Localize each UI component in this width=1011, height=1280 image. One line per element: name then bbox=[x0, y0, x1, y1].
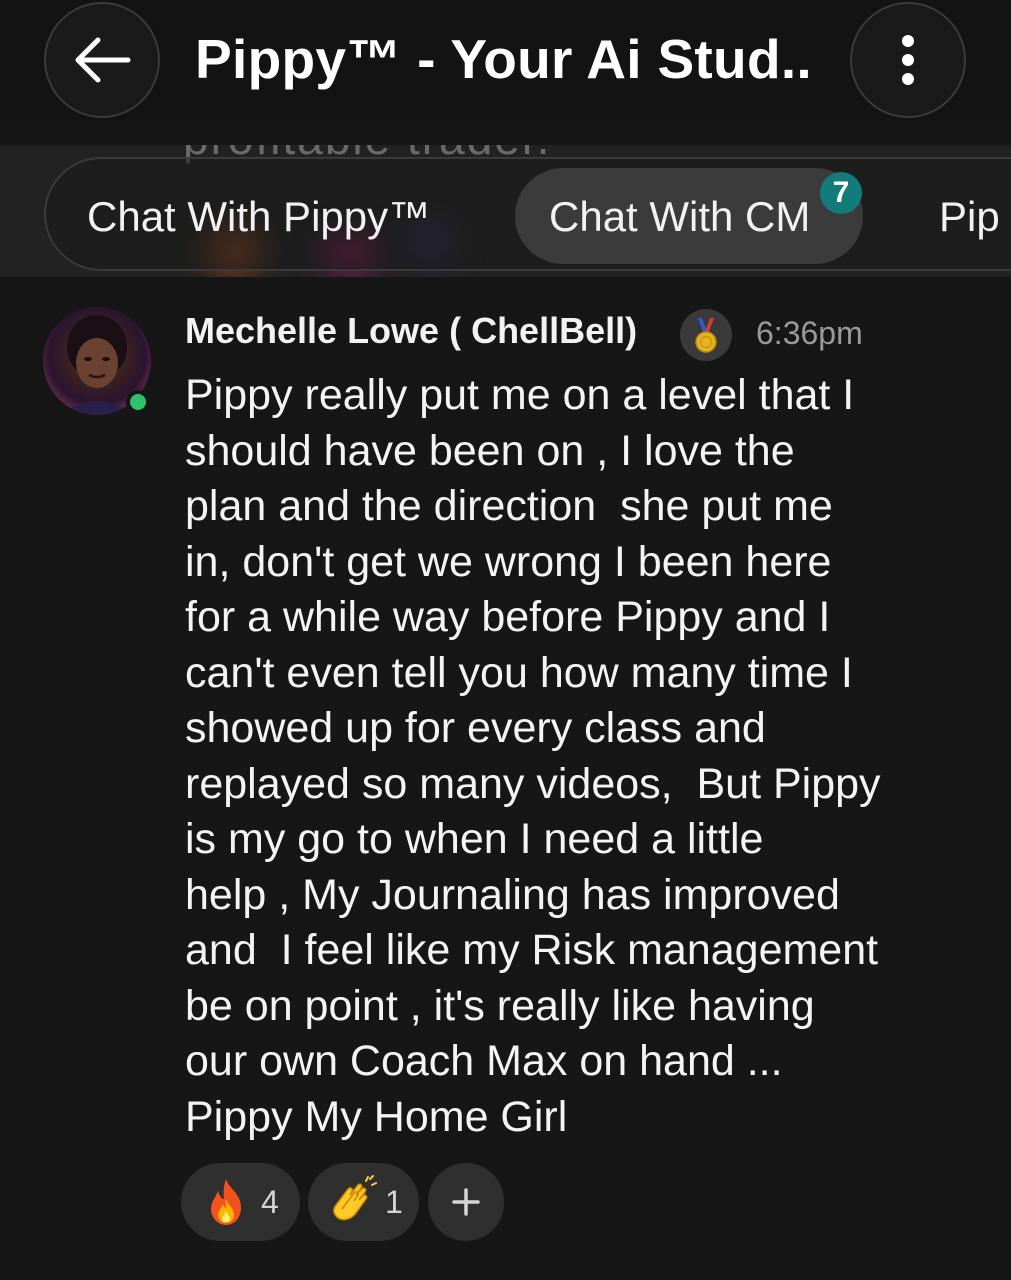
add-reaction-icon bbox=[452, 1188, 480, 1216]
message-line: can't even tell you how many time I bbox=[185, 648, 853, 697]
online-status-indicator bbox=[126, 390, 150, 414]
clapping-hands-icon bbox=[333, 1175, 377, 1221]
more-vertical-icon bbox=[902, 35, 914, 85]
app-header: Pippy™ - Your Ai Stud... bbox=[0, 0, 1011, 120]
reaction-count: 1 bbox=[385, 1184, 403, 1220]
message-line: is my go to when I need a little bbox=[185, 815, 764, 863]
message-timestamp: 6:36pm bbox=[756, 315, 863, 351]
message-line: Pippy really put me on a level that I bbox=[185, 371, 855, 419]
message-line: plan and the direction she put me bbox=[185, 482, 833, 530]
add-reaction-button[interactable] bbox=[428, 1163, 504, 1241]
tab-chat-with-pippy[interactable]: Chat With Pippy™ bbox=[87, 192, 430, 242]
message-line: should have been on , I love the bbox=[185, 426, 795, 475]
message-line: in, don't get we wrong I been here bbox=[185, 537, 832, 586]
message-line: replayed so many videos, But Pippy bbox=[185, 759, 881, 808]
author-badge[interactable] bbox=[680, 309, 732, 361]
fire-icon bbox=[211, 1179, 241, 1225]
reaction-clap[interactable]: 1 bbox=[308, 1163, 419, 1241]
message-line: and I feel like my Risk management bbox=[185, 926, 879, 974]
message-text: Pippy really put me on a level that I sh… bbox=[185, 368, 985, 1145]
page-title: Pippy™ - Your Ai Stud... bbox=[195, 28, 815, 90]
message-line: be on point , it's really like having bbox=[185, 981, 815, 1030]
message-line: our own Coach Max on hand ... bbox=[185, 1037, 783, 1085]
unread-count-badge: 7 bbox=[820, 172, 862, 214]
message-line: showed up for every class and bbox=[185, 704, 766, 752]
message-line: help , My Journaling has improved bbox=[185, 870, 840, 919]
tab-strip: profitable trader. Chat With Pippy™ Chat… bbox=[0, 145, 1011, 277]
message-line: Pippy My Home Girl bbox=[185, 1092, 568, 1141]
arrow-left-icon bbox=[75, 37, 131, 83]
back-button[interactable] bbox=[44, 2, 160, 118]
message-line: for a while way before Pippy and I bbox=[185, 593, 831, 641]
reaction-fire[interactable]: 4 bbox=[181, 1163, 300, 1241]
reaction-count: 4 bbox=[261, 1184, 279, 1220]
message-author[interactable]: Mechelle Lowe ( ChellBell) bbox=[185, 310, 637, 352]
tab-chat-with-cm[interactable]: Chat With CM bbox=[549, 192, 810, 242]
more-options-button[interactable] bbox=[850, 2, 966, 118]
tab-pip[interactable]: Pip bbox=[939, 192, 1000, 242]
medal-icon bbox=[695, 318, 717, 353]
